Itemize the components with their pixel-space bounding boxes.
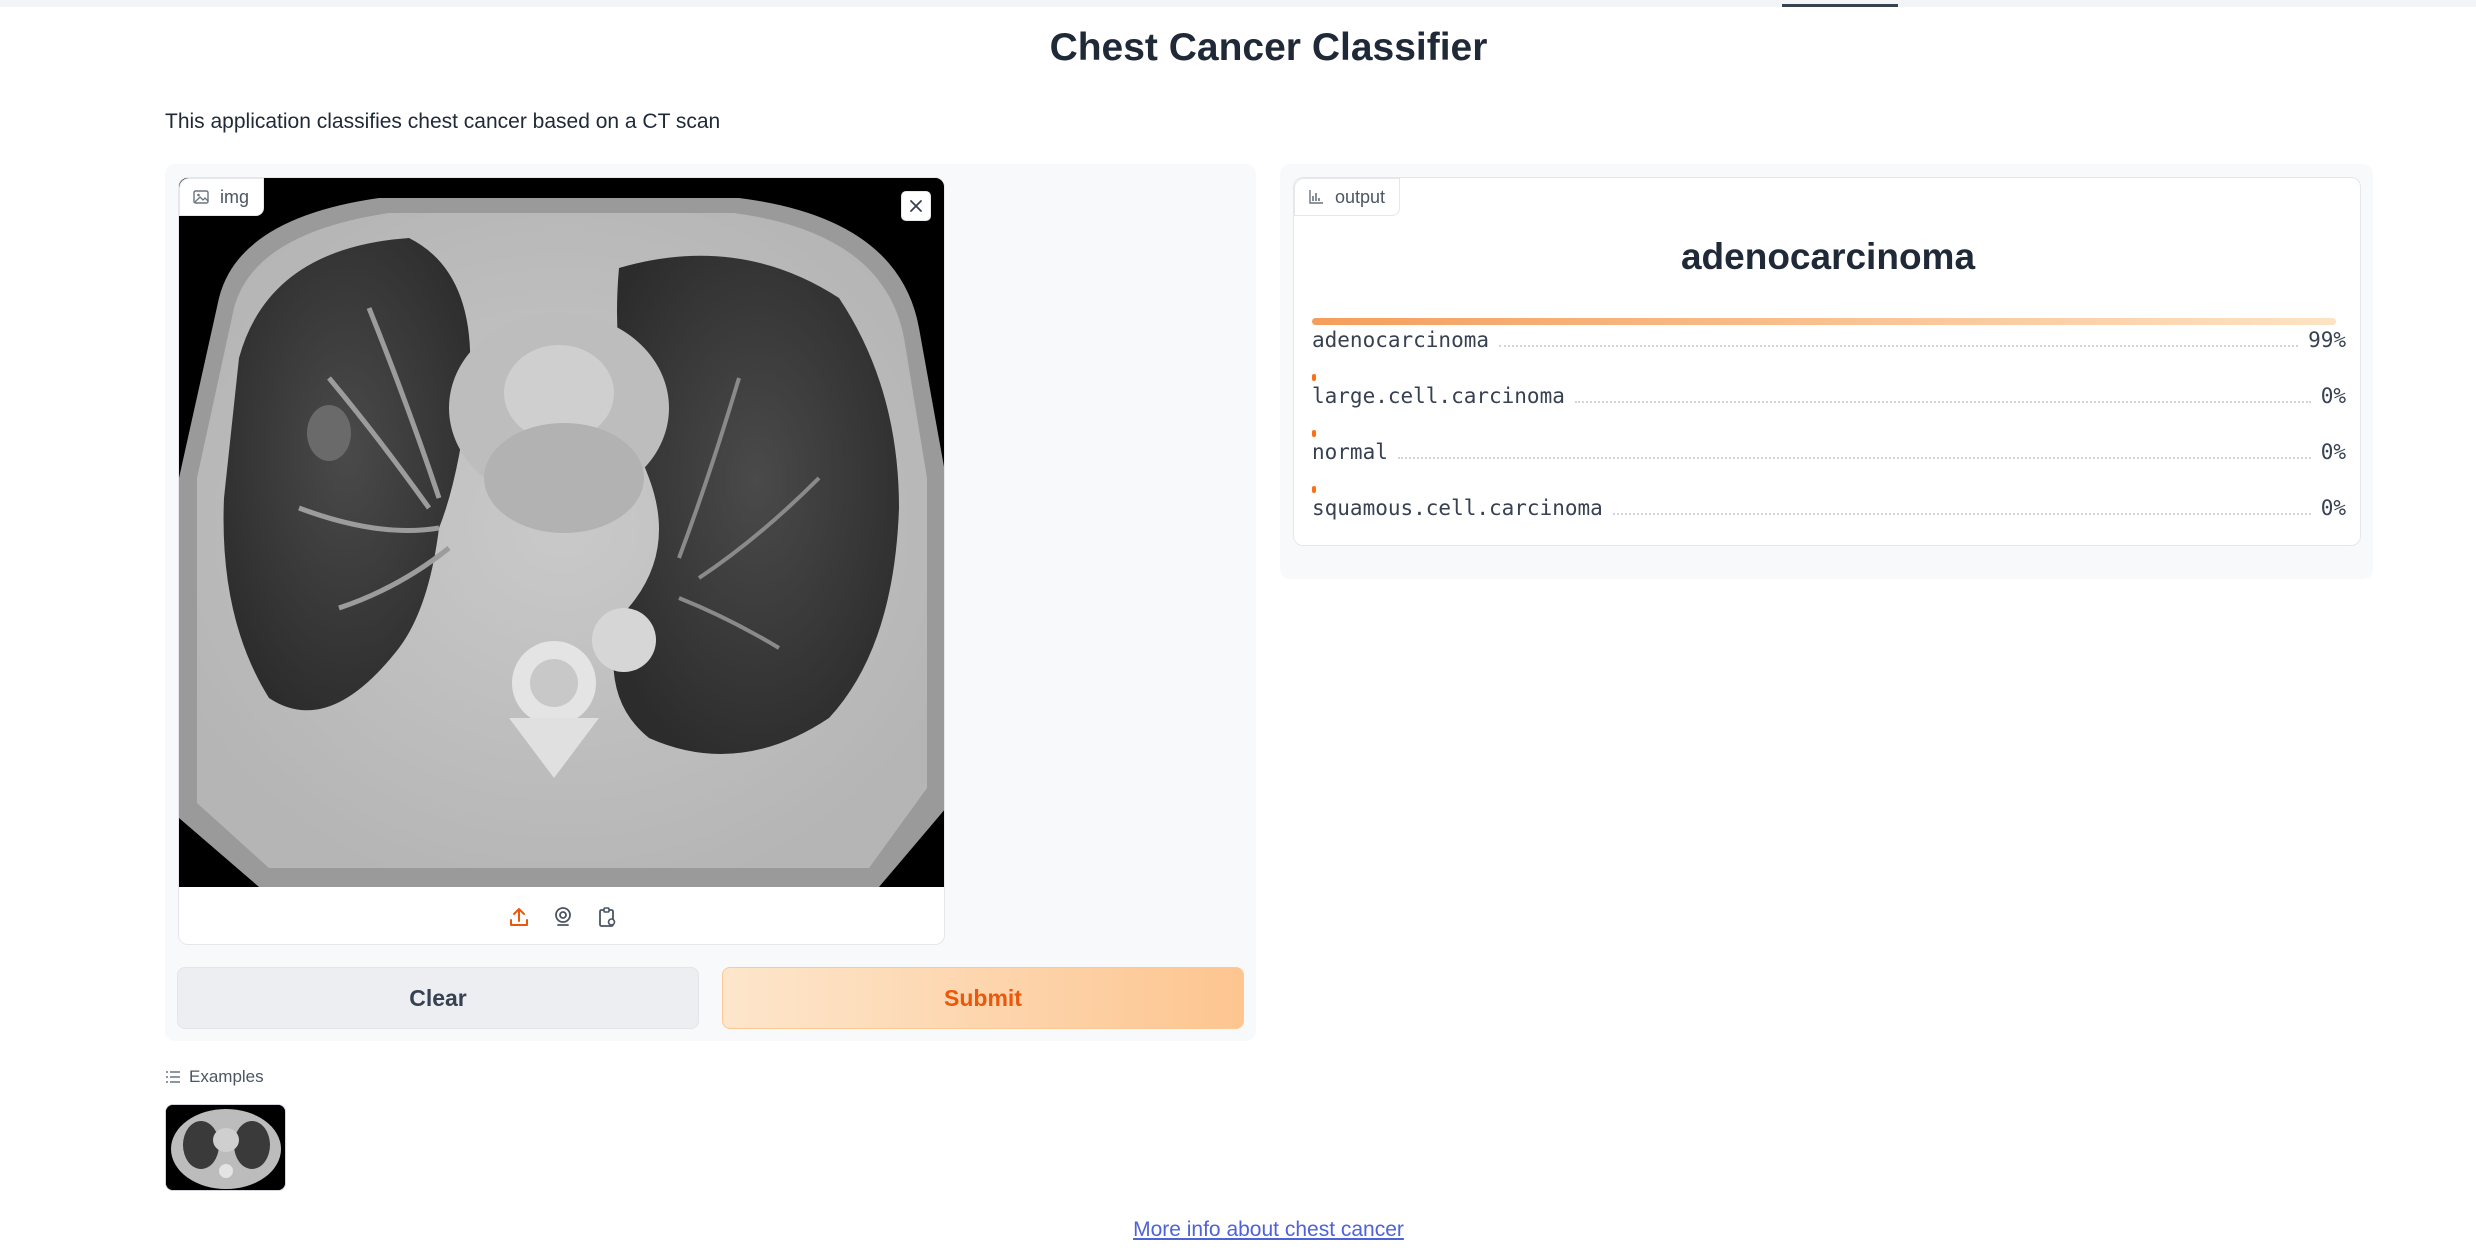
confidence-row[interactable]: normal 0%: [1312, 430, 2346, 486]
examples-header: Examples: [165, 1067, 264, 1087]
image-input[interactable]: img: [178, 177, 945, 945]
image-input-label: img: [179, 178, 265, 216]
confidence-percent: 0%: [2320, 496, 2346, 520]
confidence-percent: 0%: [2320, 440, 2346, 464]
predicted-class: adenocarcinoma: [1680, 236, 1976, 277]
confidence-label: adenocarcinoma: [1312, 328, 1490, 352]
confidence-label: normal: [1312, 440, 1388, 464]
page-title: Chest Cancer Classifier: [1049, 26, 1488, 69]
confidence-percent: 99%: [2308, 328, 2346, 352]
upload-icon: [509, 907, 528, 926]
clipboard-icon: [598, 906, 615, 927]
output-label-text: output: [1335, 186, 1386, 207]
image-source-toolbar: [179, 887, 944, 944]
footer-link-container: More info about chest cancer: [0, 1218, 2476, 1242]
input-panel: img Clear Submit: [165, 164, 1256, 1041]
output-label: output: [1294, 178, 1401, 216]
clipboard-button[interactable]: [592, 902, 622, 932]
close-icon: [910, 200, 922, 212]
confidence-row[interactable]: squamous.cell.carcinoma 0%: [1312, 486, 2346, 542]
dotted-leader: [1499, 333, 2299, 347]
more-info-link[interactable]: More info about chest cancer: [1133, 1218, 1404, 1241]
upload-button[interactable]: [504, 902, 534, 932]
label-output: output adenocarcinoma adenocarcinoma 99%…: [1293, 177, 2361, 546]
list-icon: [166, 1071, 180, 1083]
submit-button[interactable]: Submit: [722, 967, 1244, 1029]
example-image[interactable]: [165, 1104, 286, 1191]
webcam-icon: [554, 906, 571, 926]
image-icon: [193, 190, 209, 204]
clear-image-button[interactable]: [901, 191, 931, 221]
bar-chart-icon: [1309, 190, 1323, 204]
examples-label: Examples: [189, 1067, 264, 1086]
active-tab-indicator: [1782, 4, 1898, 7]
confidence-percent: 0%: [2320, 384, 2346, 408]
ct-scan-image: [179, 178, 944, 887]
confidence-label: squamous.cell.carcinoma: [1312, 496, 1603, 520]
confidence-row[interactable]: adenocarcinoma 99%: [1312, 318, 2346, 374]
dotted-leader: [1612, 501, 2311, 515]
image-input-label-text: img: [220, 186, 250, 207]
confidence-list: adenocarcinoma 99% large.cell.carcinoma …: [1312, 318, 2346, 542]
top-nav-bar: [0, 0, 2476, 7]
app-description: This application classifies chest cancer…: [165, 110, 721, 133]
dotted-leader: [1397, 445, 2311, 459]
example-thumbnail-image: [166, 1105, 285, 1190]
confidence-bar: [1312, 430, 1316, 437]
confidence-row[interactable]: large.cell.carcinoma 0%: [1312, 374, 2346, 430]
confidence-bar: [1312, 374, 1316, 381]
webcam-button[interactable]: [548, 902, 578, 932]
confidence-bar: [1312, 486, 1316, 493]
output-panel: output adenocarcinoma adenocarcinoma 99%…: [1280, 164, 2373, 579]
confidence-label: large.cell.carcinoma: [1312, 384, 1565, 408]
clear-button[interactable]: Clear: [177, 967, 699, 1029]
dotted-leader: [1574, 389, 2311, 403]
confidence-bar: [1312, 318, 2336, 325]
